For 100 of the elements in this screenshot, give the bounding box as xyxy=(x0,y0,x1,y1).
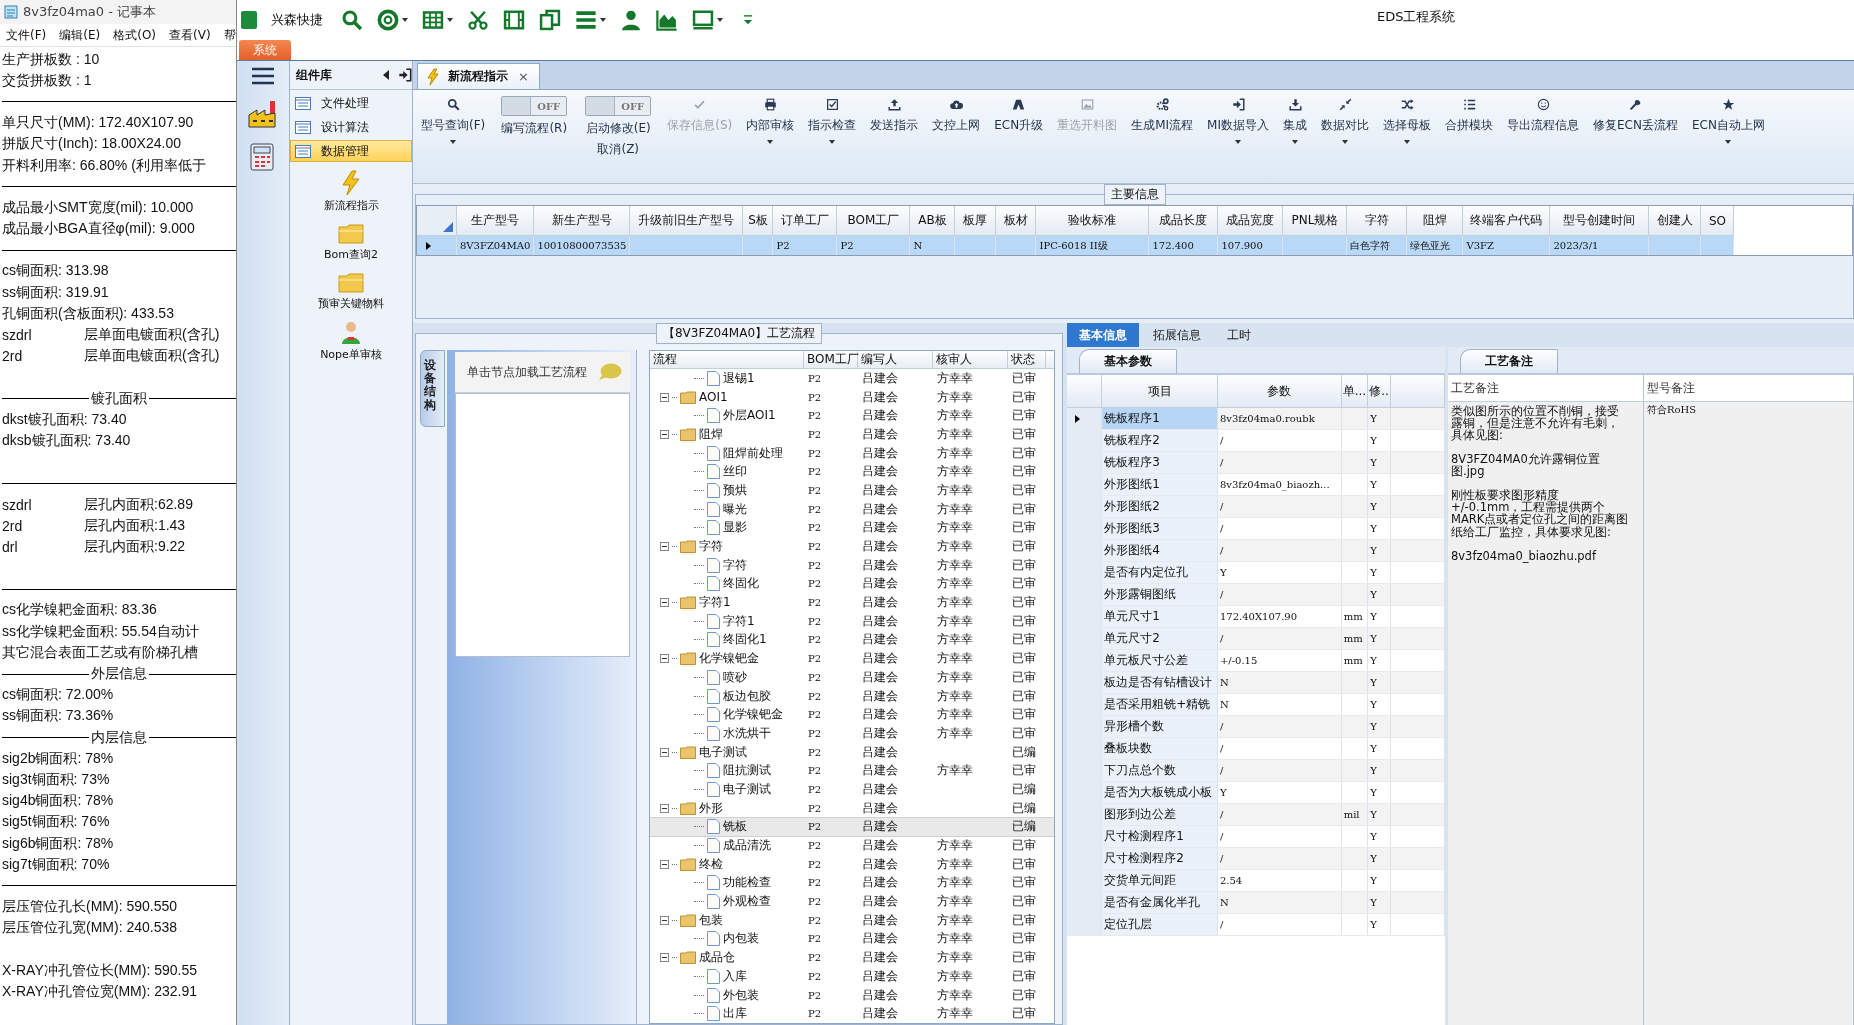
column-header[interactable]: 阻焊 xyxy=(1406,206,1463,236)
node-label[interactable]: 电子测试 xyxy=(699,743,747,761)
table-row[interactable]: 外形图纸4 / Y xyxy=(1067,539,1445,562)
document-tab[interactable]: 新流程指示 × xyxy=(417,63,540,89)
tree-row[interactable]: 出库 P2 吕建会 方幸幸 已审 xyxy=(650,1004,1054,1023)
toolbar-button[interactable]: 型号查询(F) xyxy=(417,96,490,146)
node-label[interactable]: 入库 xyxy=(723,967,747,985)
caret-icon[interactable] xyxy=(767,140,774,144)
column-header[interactable]: BOM工厂 xyxy=(804,351,858,368)
column-header[interactable]: 单... xyxy=(1341,375,1368,408)
tree-row[interactable]: 功能检查 P2 吕建会 方幸幸 已审 xyxy=(650,873,1054,893)
node-label[interactable]: 板边包胶 xyxy=(723,687,771,705)
tree-row[interactable]: 电子测试 P2 吕建会 已编 xyxy=(650,742,1054,762)
menu-item[interactable]: 查看(V) xyxy=(169,26,211,44)
toggle-switch[interactable]: OFF xyxy=(501,96,568,116)
node-label[interactable]: 水洗烘干 xyxy=(723,724,771,742)
column-header[interactable]: 状态 xyxy=(1008,351,1046,368)
node-label[interactable]: 出库 xyxy=(723,1005,747,1023)
tree-row[interactable]: 阻焊 P2 吕建会 方幸幸 已审 xyxy=(650,425,1054,444)
table-row[interactable]: 单元尺寸2 / mm Y xyxy=(1067,627,1445,650)
collapse-icon[interactable] xyxy=(382,70,390,80)
tab[interactable]: 基本信息 xyxy=(1067,323,1139,347)
node-label[interactable]: 丝印 xyxy=(723,463,747,481)
node-label[interactable]: 阻焊 xyxy=(699,425,723,443)
table-row[interactable]: 8V3FZ04MA0 10010800073535 P2 P2 N IPC-6018 II级 172.400 107.900 白色字符 绿色亚光 V3FZ 2023/3/1 xyxy=(417,235,1734,255)
tree-row[interactable]: 字符1 P2 吕建会 方幸幸 已审 xyxy=(650,611,1054,631)
column-header[interactable]: PNL规格 xyxy=(1282,206,1347,236)
column-header[interactable]: 成品宽度 xyxy=(1217,206,1283,236)
node-label[interactable]: 外观检查 xyxy=(723,893,771,911)
column-header[interactable]: 编写人 xyxy=(858,351,933,368)
node-label[interactable]: 阻焊前处理 xyxy=(723,444,783,462)
column-header[interactable]: 型号备注 xyxy=(1647,379,1695,397)
tree-row[interactable]: 外形 P2 吕建会 已编 xyxy=(650,798,1054,818)
caret-icon[interactable] xyxy=(1342,140,1348,144)
tree-row[interactable]: 外包装 P2 吕建会 方幸幸 已审 xyxy=(650,985,1054,1005)
toolbar-button[interactable]: 数据对比 xyxy=(1317,96,1373,146)
table-row[interactable]: 交货单元间距 2.54 Y xyxy=(1067,869,1445,892)
column-header[interactable]: 字符 xyxy=(1346,206,1407,236)
tree-row[interactable]: 喷砂 P2 吕建会 方幸幸 已审 xyxy=(650,668,1054,687)
menu-item[interactable]: 文件(F) xyxy=(6,26,47,44)
table-row[interactable]: 板边是否有钻槽设计 N Y xyxy=(1067,671,1445,694)
collapse-icon[interactable] xyxy=(660,747,669,757)
toolbar-button[interactable] xyxy=(375,7,410,33)
caret-icon[interactable] xyxy=(829,140,836,144)
tree-row[interactable]: 水洗烘干 P2 吕建会 方幸幸 已审 xyxy=(650,724,1054,743)
tree-row[interactable]: 阻抗测试 P2 吕建会 方幸幸 已审 xyxy=(650,761,1054,781)
tree-row[interactable]: 外观检查 P2 吕建会 方幸幸 已审 xyxy=(650,892,1054,911)
toolbar-button[interactable]: 文控上网 xyxy=(928,96,985,136)
toolbar-button[interactable]: 集成 xyxy=(1279,96,1311,146)
factory-icon[interactable] xyxy=(248,99,278,129)
tree-row[interactable]: 终固化 P2 吕建会 方幸幸 已审 xyxy=(650,574,1054,594)
collapse-icon[interactable] xyxy=(660,915,669,925)
node-label[interactable]: 成品仓 xyxy=(699,949,735,967)
tree-row[interactable]: 铣板 P2 吕建会 已编 xyxy=(650,817,1054,837)
tree-row[interactable]: 入库 P2 吕建会 方幸幸 已审 xyxy=(650,967,1054,986)
tree-row[interactable]: 外层AOI1 P2 吕建会 方幸幸 已审 xyxy=(650,406,1054,426)
category-item[interactable]: 数据管理 xyxy=(290,140,412,162)
menu-item[interactable]: 格式(O) xyxy=(113,26,157,44)
node-label[interactable]: 外形 xyxy=(699,799,723,817)
column-header[interactable]: BOM工厂 xyxy=(836,206,910,236)
node-label[interactable]: 字符1 xyxy=(699,594,731,612)
node-label[interactable]: 终检 xyxy=(699,855,723,873)
node-label[interactable]: 化学镍钯金 xyxy=(699,650,759,668)
column-header[interactable]: S板 xyxy=(742,206,773,236)
column-header[interactable]: 修.. xyxy=(1367,375,1391,408)
column-header[interactable]: 验收标准 xyxy=(1035,206,1149,236)
table-row[interactable]: 定位孔层 / Y xyxy=(1067,913,1445,936)
side-tab[interactable]: 设备结构 xyxy=(420,350,445,427)
tree-row[interactable]: AOI1 P2 吕建会 方幸幸 已审 xyxy=(650,387,1054,407)
node-label[interactable]: AOI1 xyxy=(699,390,728,405)
tree-row[interactable]: 预烘 P2 吕建会 方幸幸 已审 xyxy=(650,481,1054,500)
caret-icon[interactable] xyxy=(1292,140,1298,144)
table-row[interactable]: 是否为大板铣成小板 Y Y xyxy=(1067,781,1445,804)
caret-icon[interactable] xyxy=(450,140,457,144)
column-header[interactable]: 流程 xyxy=(650,351,804,368)
node-label[interactable]: 外层AOI1 xyxy=(723,407,776,425)
tree-row[interactable]: 显影 P2 吕建会 方幸幸 已审 xyxy=(650,518,1054,538)
table-row[interactable]: 外形露铜图纸 / Y xyxy=(1067,583,1445,606)
toolbar-button[interactable]: MI数据导入 xyxy=(1203,96,1273,146)
category-item[interactable]: 设计算法 xyxy=(290,116,412,138)
tab[interactable]: 拓展信息 xyxy=(1141,323,1213,347)
column-header[interactable]: 生产型号 xyxy=(456,206,534,236)
node-label[interactable]: 字符 xyxy=(723,556,747,574)
toolbar-button[interactable]: 选择母板 xyxy=(1379,96,1435,146)
column-header[interactable]: 成品长度 xyxy=(1148,206,1218,236)
column-header[interactable]: 项目 xyxy=(1101,375,1218,408)
column-header[interactable]: 订单工厂 xyxy=(772,206,837,236)
toolbar-button[interactable]: 生成MI流程 xyxy=(1127,96,1198,136)
node-label[interactable]: 内包装 xyxy=(723,930,759,948)
menu-icon[interactable] xyxy=(252,67,274,85)
tool-label[interactable]: 新流程指示 xyxy=(323,198,379,213)
tab[interactable]: 工时 xyxy=(1215,323,1263,347)
tool-label[interactable]: Bom查询2 xyxy=(324,247,378,262)
column-header[interactable]: 终端客户代码 xyxy=(1462,206,1550,236)
table-row[interactable]: 尺寸检测程序1 / Y xyxy=(1067,825,1445,848)
column-header[interactable]: 参数 xyxy=(1217,375,1342,408)
table-row[interactable]: 异形槽个数 / Y xyxy=(1067,715,1445,738)
node-label[interactable]: 铣板 xyxy=(723,818,747,836)
table-row[interactable]: 铣板程序3 / Y xyxy=(1067,451,1445,474)
column-header[interactable]: 板材 xyxy=(995,206,1036,236)
